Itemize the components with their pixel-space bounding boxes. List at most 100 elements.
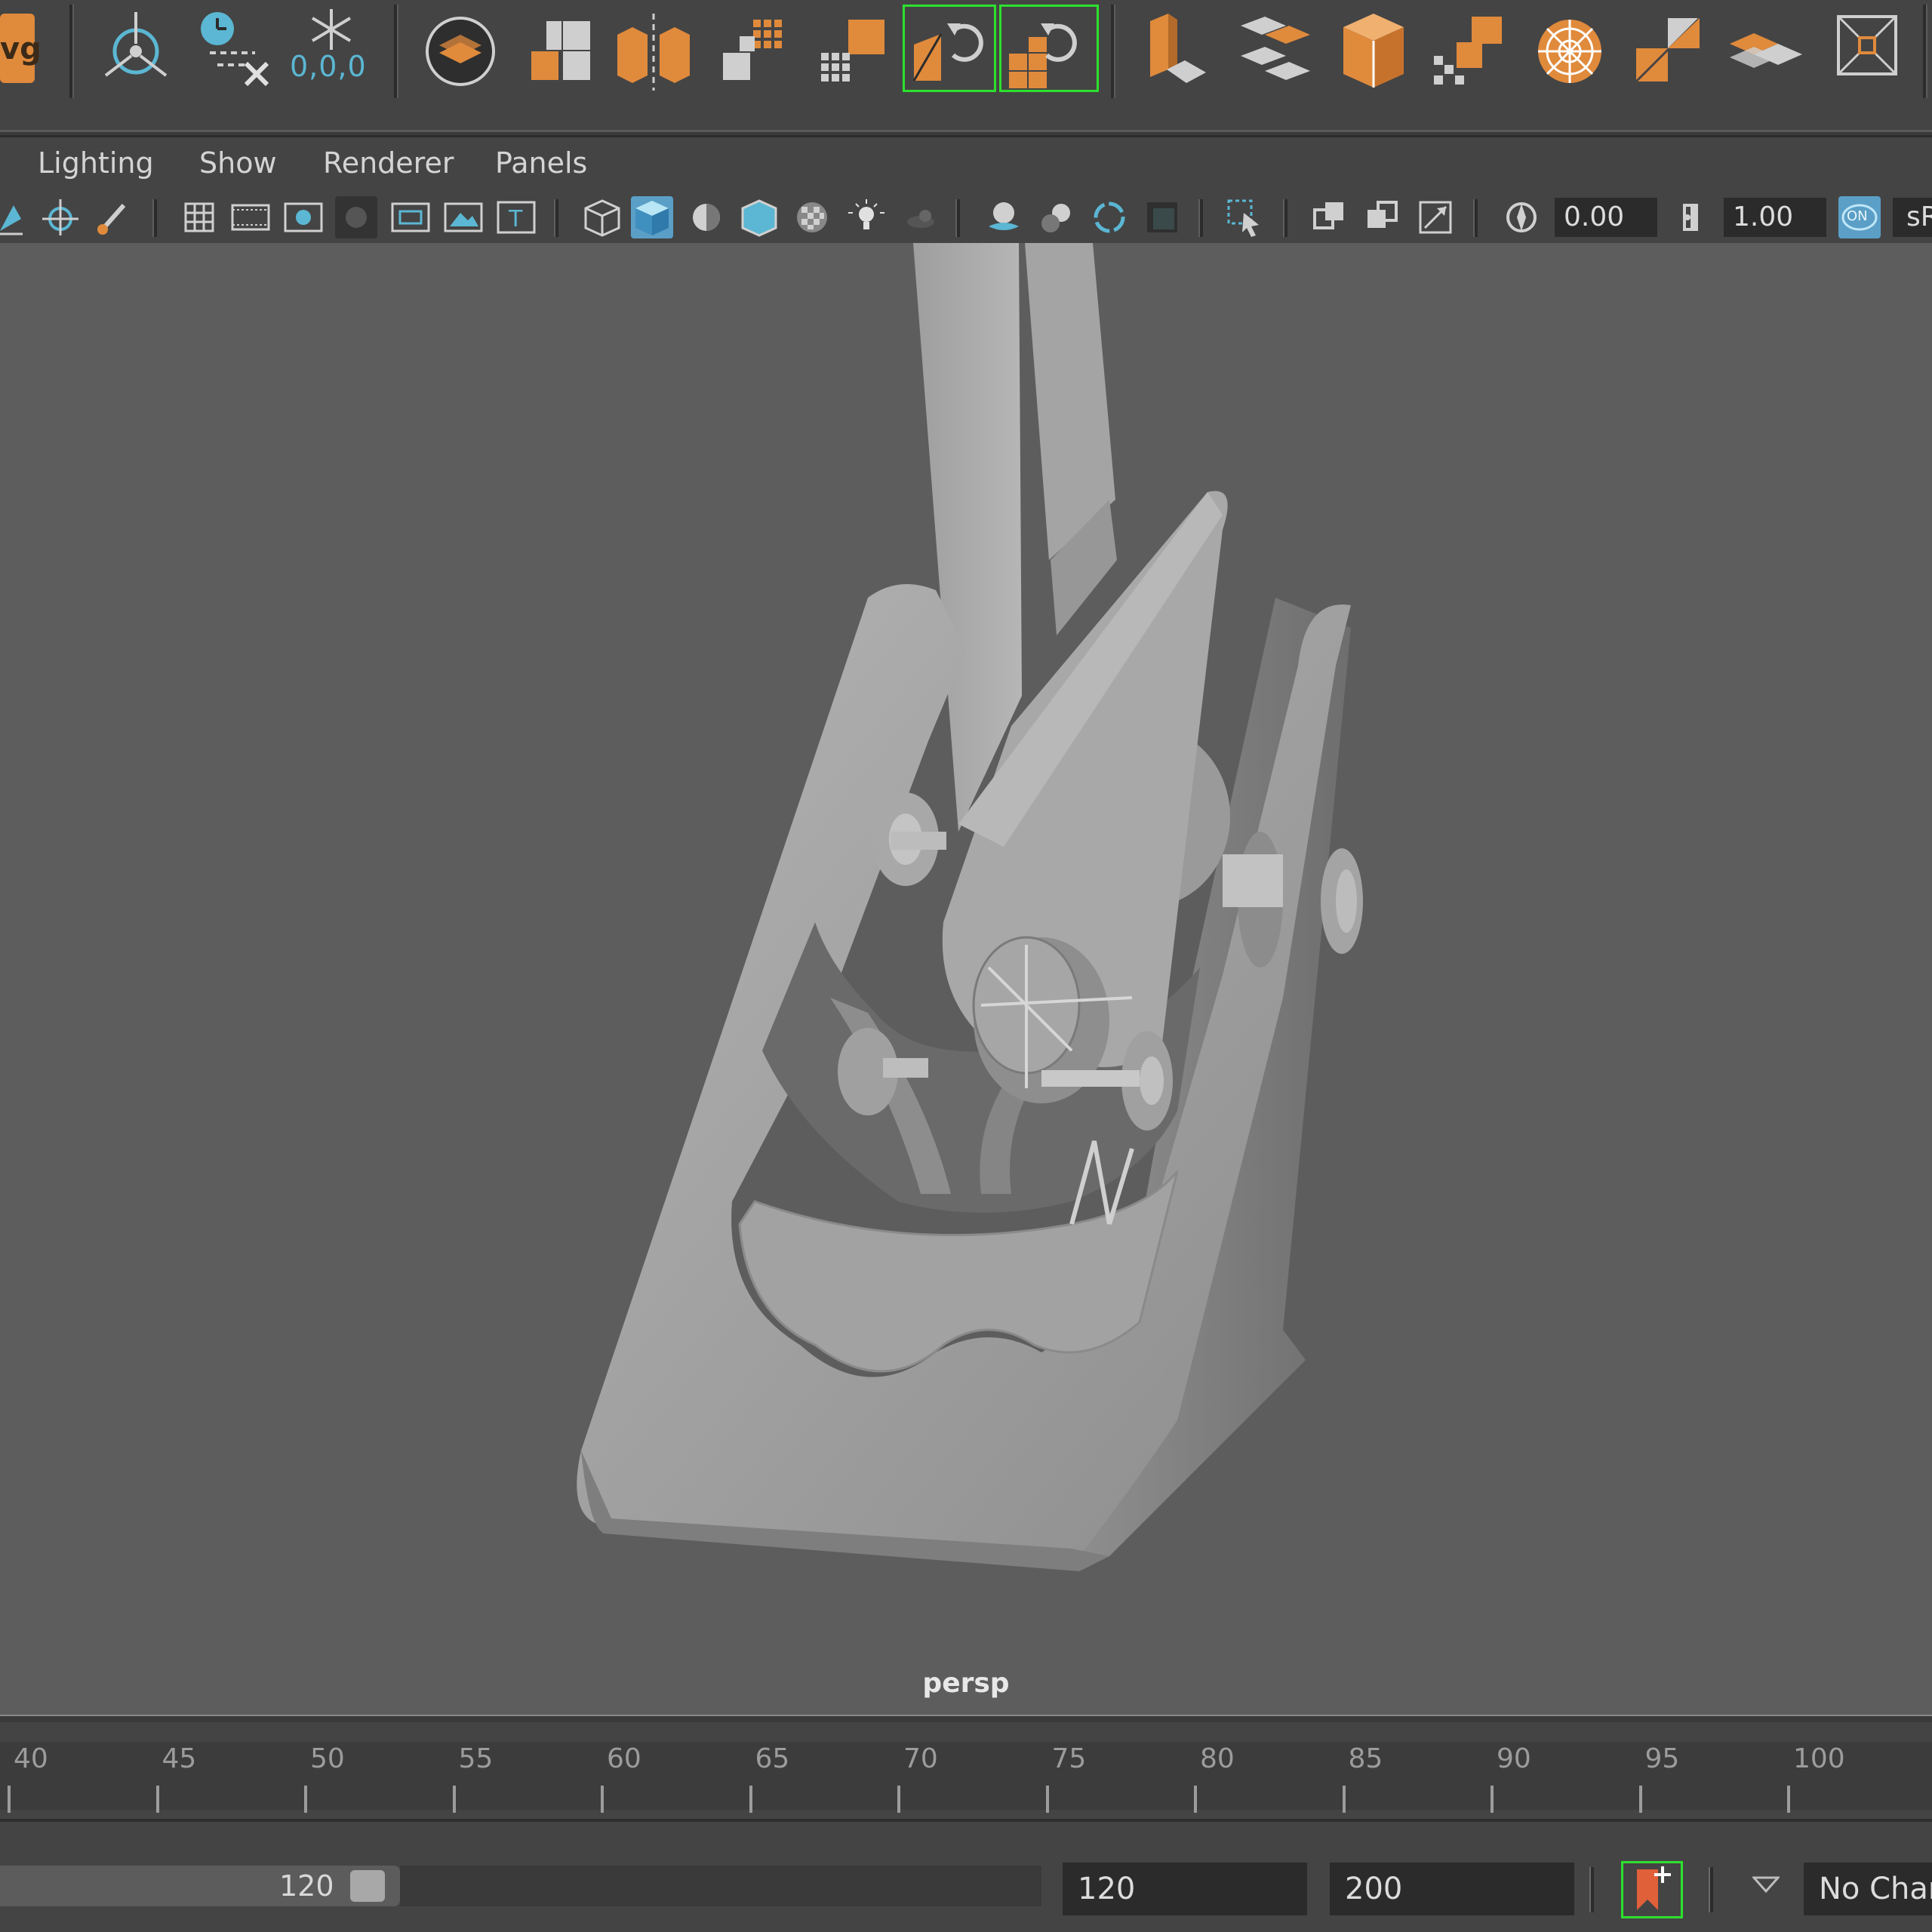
svg-label: vg <box>0 32 42 66</box>
shelf-separator <box>1923 5 1927 98</box>
timeline-tick <box>1194 1786 1197 1813</box>
xray-toggle[interactable] <box>1309 196 1351 238</box>
timeline-tick <box>1342 1786 1346 1813</box>
grid-icon <box>184 202 214 232</box>
light-bulb-icon <box>848 199 884 229</box>
view-transform-dropdown[interactable]: sR <box>1893 198 1932 237</box>
viewport-persp[interactable]: persp <box>0 243 1932 1719</box>
svg-to-poly-button[interactable]: vg <box>0 3 42 101</box>
motion-blur-toggle[interactable] <box>1035 196 1078 238</box>
menu-show[interactable]: Show <box>199 146 277 180</box>
max-end-field[interactable]: 200 <box>1330 1863 1574 1915</box>
default-material-toggle[interactable] <box>685 196 728 238</box>
depth-of-field-toggle[interactable] <box>1141 196 1183 238</box>
sew-uv-button[interactable] <box>1429 3 1512 101</box>
panel-menu-bar: Lighting Show Renderer Panels <box>0 137 1932 192</box>
planar-map-button[interactable] <box>1140 3 1215 101</box>
screen-space-ao-toggle[interactable] <box>983 196 1025 238</box>
uv-layout-icon <box>531 21 590 80</box>
shadows-toggle[interactable] <box>898 196 940 238</box>
gate-mask-toggle[interactable] <box>335 196 377 238</box>
gamma-button[interactable] <box>1669 196 1712 238</box>
auto-key-button[interactable] <box>1621 1861 1683 1918</box>
shelf-separator <box>69 5 74 98</box>
depth-of-field-icon <box>1147 202 1177 232</box>
rotate-uv-cw-icon <box>912 23 983 82</box>
menu-renderer[interactable]: Renderer <box>323 146 454 180</box>
gamma-field[interactable]: 1.00 <box>1724 198 1826 237</box>
flatten-button[interactable] <box>1235 3 1325 101</box>
character-set-field[interactable]: No Character Set <box>1804 1863 1932 1915</box>
sphere-map-icon <box>1538 20 1601 83</box>
ambient-occlusion-icon <box>989 202 1019 230</box>
range-slider-rest <box>400 1866 1041 1906</box>
cut-uv-button[interactable] <box>613 3 696 101</box>
wireframe-on-shaded-icon <box>741 199 777 237</box>
color-management-toggle[interactable]: ON <box>1838 196 1881 238</box>
menu-panels[interactable]: Panels <box>495 146 587 180</box>
rotate-uv-cw-button[interactable] <box>903 5 996 92</box>
use-all-lights-toggle[interactable] <box>845 196 888 238</box>
paint-tool-button[interactable] <box>92 196 134 238</box>
anim-end-field[interactable]: 120 <box>1063 1863 1307 1915</box>
field-chart-toggle[interactable] <box>389 196 432 238</box>
select-camera-button[interactable] <box>0 196 35 238</box>
grid-toggle[interactable] <box>178 196 220 238</box>
safe-title-toggle[interactable]: T <box>495 196 537 238</box>
uv-layout-button[interactable] <box>522 3 598 101</box>
smooth-shade-toggle[interactable] <box>631 196 673 238</box>
sew-uv-icon <box>1434 17 1502 85</box>
pivot-button[interactable] <box>98 3 174 101</box>
timeline-tick <box>749 1786 752 1813</box>
rotate-uv-ccw-button[interactable] <box>999 5 1099 92</box>
range-separator <box>1709 1867 1713 1912</box>
unfold-button[interactable] <box>717 3 792 101</box>
timeline-tick <box>304 1786 307 1813</box>
freeze-transforms-button[interactable]: 0,0,0 <box>290 3 373 101</box>
default-material-icon <box>693 204 720 231</box>
textured-toggle[interactable] <box>791 196 833 238</box>
timeline-tick-label: 95 <box>1644 1743 1680 1774</box>
camera-attributes-icon <box>0 205 23 235</box>
anti-aliasing-icon <box>1094 202 1125 233</box>
shelf: vg 0,0,0 <box>0 0 1932 130</box>
delete-history-button[interactable] <box>195 3 278 101</box>
wireframe-on-shaded-toggle[interactable] <box>738 196 780 238</box>
stack-button[interactable] <box>1630 3 1706 101</box>
make-live-icon <box>426 17 495 86</box>
timeline-tick-label: 45 <box>162 1743 197 1774</box>
on-label: ON <box>1847 208 1868 224</box>
camera-tumble-button[interactable] <box>39 196 82 238</box>
range-slider[interactable] <box>0 1866 400 1906</box>
timeline-tick <box>1491 1786 1494 1813</box>
character-set-dropdown-arrow[interactable] <box>1751 1875 1781 1900</box>
toolbar-separator <box>152 199 157 237</box>
exposure-field[interactable]: 0.00 <box>1555 198 1657 237</box>
toolbar-separator <box>1473 199 1478 237</box>
timeline-tick-label: 55 <box>458 1743 494 1774</box>
resolution-gate-toggle[interactable] <box>282 196 325 238</box>
time-slider[interactable]: 40 45 50 55 60 65 70 75 80 85 90 95 100 <box>0 1722 1932 1819</box>
layout-grid-button[interactable] <box>815 3 891 101</box>
safe-title-icon: T <box>497 201 536 234</box>
pivot-icon <box>104 12 168 77</box>
sphere-map-button[interactable] <box>1532 3 1607 101</box>
make-live-button[interactable] <box>423 3 498 101</box>
cube-map-button[interactable] <box>1336 3 1411 101</box>
svg-icon: vg <box>0 14 42 83</box>
isolate-select-icon <box>1227 199 1259 237</box>
wireframe-toggle[interactable] <box>581 196 623 238</box>
stack-shells-button[interactable] <box>1724 3 1807 101</box>
anti-aliasing-toggle[interactable] <box>1088 196 1131 238</box>
time-slider-track[interactable] <box>0 1742 1932 1810</box>
xray-joints-toggle[interactable] <box>1361 196 1404 238</box>
range-slider-handle[interactable] <box>350 1870 385 1902</box>
frame-button[interactable] <box>1829 3 1905 101</box>
safe-action-toggle[interactable] <box>442 196 485 238</box>
isolate-select-toggle[interactable] <box>1224 196 1266 238</box>
exposure-button[interactable] <box>1500 196 1543 238</box>
menu-lighting[interactable]: Lighting <box>38 146 154 180</box>
xray-components-toggle[interactable] <box>1414 196 1457 238</box>
film-gate-toggle[interactable] <box>229 196 272 238</box>
toolbar-separator <box>955 199 960 237</box>
